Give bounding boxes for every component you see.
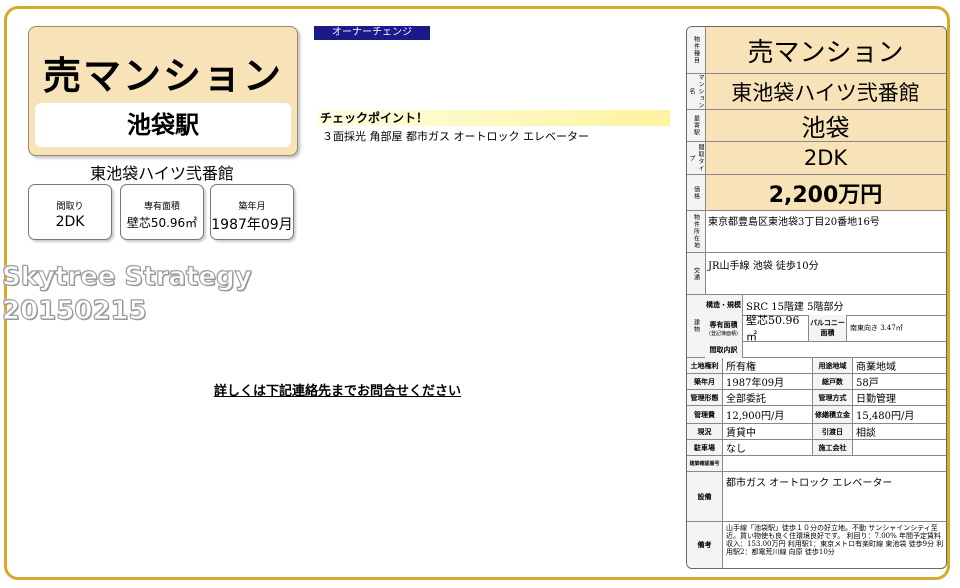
station-label: 最寄駅 [687,110,706,141]
station-value: 池袋 [801,114,850,142]
structure-label: 構造・規模 [705,295,743,315]
transport-label: 交通 [687,253,706,294]
row-mgmt: 管理形態 全部委託 管理方式 日勤管理 [687,390,946,406]
row-address: 物件所在地 東京都豊島区東池袋3丁目20番地16号 [687,211,946,253]
zoning-label: 用途地域 [813,358,853,373]
mgmt-method-label: 管理方式 [813,390,853,405]
builder-value [853,440,856,455]
row-name: マンション名 東池袋ハイツ弐番館 [687,74,946,110]
built-value: 1987年09月 [211,217,293,233]
mgmt-form-value: 全部委託 [723,390,813,405]
structure-row: 構造・規模 SRC 15階建 5階部分 [705,295,946,316]
building-label: 建物 [687,295,706,357]
layout-label: 間取り [56,202,84,212]
checkpoint-title: チェックポイント！ [318,110,670,126]
station-name: 池袋駅 [35,103,291,147]
row-type: 物件種目 売マンション [687,27,946,74]
layout-value: 2DK [55,214,85,230]
area-label: 専有面積 [143,202,180,212]
row-contractor: 建築確認番号 [687,456,946,472]
type-label: 物件種目 [687,27,706,73]
row-remarks: 備考 山手線「池袋駅」徒歩１０分の好立地。不動 サンシャインシティ至近。買い物使… [687,522,946,568]
type-value: 売マンション [747,37,904,68]
contractor-label: 建築確認番号 [687,456,723,471]
area-row: 専有面積 (登記簿面積) 壁芯50.96㎡ バルコニー面積 南東向き 3.47㎡ [705,314,946,343]
row-price: 価格 2,200万円 [687,175,946,211]
watermark-line1: Skytree Strategy [2,262,253,293]
row-transport: 交通 JR山手線 池袋 徒歩10分 [687,253,946,295]
balcony-label: バルコニー面積 [809,315,847,341]
facilities-value: 都市ガス オートロック エレベーター [726,478,893,489]
layout-type-value: 2DK [803,146,848,170]
balcony-value: 南東向き 3.47㎡ [850,324,903,332]
row-layout: 間取タイプ 2DK [687,142,946,175]
land-right-label: 土地権利 [687,358,723,373]
units-value: 58戸 [856,378,879,389]
watermark-line2: 20150215 [2,296,148,327]
repair-label: 修繕積立金 [813,406,853,423]
layout-detail-value [743,341,746,358]
address-label: 物件所在地 [687,211,706,252]
row-built: 築年月 1987年09月 総戸数 58戸 [687,374,946,390]
area-box: 専有面積 壁芯50.96㎡ [120,184,204,240]
sheet-built-value: 1987年09月 [723,374,813,389]
row-status: 現況 賃貸中 引渡日 相談 [687,424,946,440]
builder-label: 施工会社 [813,440,853,455]
status-value: 賃貸中 [723,424,813,439]
property-type-title: 売マンション [42,54,283,98]
name-value: 東池袋ハイツ弐番館 [731,80,920,105]
building-name: 東池袋ハイツ弐番館 [90,164,234,183]
spec-sheet: 物件種目 売マンション マンション名 東池袋ハイツ弐番館 最寄駅 池袋 間取タイ… [686,26,947,569]
transport-value: JR山手線 池袋 徒歩10分 [708,261,819,272]
handover-label: 引渡日 [813,424,853,439]
sheet-area-label: 専有面積 (登記簿面積) [705,315,743,341]
remarks-label: 備考 [687,522,723,568]
contractor-value [723,456,726,471]
row-facilities: 設備 都市ガス オートロック エレベーター [687,472,946,522]
facilities-label: 設備 [687,472,723,521]
sheet-area-label-text: 専有面積 [709,320,738,329]
area-value: 壁芯50.96㎡ [126,216,198,230]
handover-value: 相談 [856,428,876,439]
mgmt-fee-value: 12,900円/月 [723,406,813,423]
mgmt-method-value: 日勤管理 [856,394,896,405]
property-hero-card: 売マンション 池袋駅 [28,26,298,156]
parking-label: 駐車場 [687,440,723,455]
row-parking: 駐車場 なし 施工会社 [687,440,946,456]
built-label: 築年月 [238,202,266,212]
row-fees: 管理費 12,900円/月 修繕積立金 15,480円/月 [687,406,946,424]
checkpoint-items: ３面採光 角部屋 都市ガス オートロック エレベーター [322,130,589,143]
name-label: マンション名 [687,74,706,109]
contact-notice[interactable]: 詳しくは下記連絡先までお問合せください [214,380,461,399]
land-right-value: 所有権 [723,358,813,373]
mgmt-fee-label: 管理費 [687,406,723,423]
sheet-built-label: 築年月 [687,374,723,389]
zoning-value: 商業地域 [856,362,896,373]
mgmt-form-label: 管理形態 [687,390,723,405]
row-land: 土地権利 所有権 用途地域 商業地域 [687,358,946,374]
layout-detail-row: 間取内訳 [705,341,946,358]
parking-value: なし [723,440,813,455]
price-label: 価格 [687,175,706,210]
owner-change-badge: オーナーチェンジ [314,26,430,40]
layout-box: 間取り 2DK [28,184,112,240]
address-value: 東京都豊島区東池袋3丁目20番地16号 [708,217,880,228]
row-building: 建物 構造・規模 SRC 15階建 5階部分 専有面積 (登記簿面積) 壁芯50… [687,295,946,358]
repair-value: 15,480円/月 [856,411,915,422]
price-value: 2,200万円 [768,182,883,208]
layout-type-label: 間取タイプ [687,142,706,174]
units-label: 総戸数 [813,374,853,389]
layout-detail-label: 間取内訳 [705,341,743,358]
status-label: 現況 [687,424,723,439]
row-station: 最寄駅 池袋 [687,110,946,142]
sheet-area-value: 壁芯50.96㎡ [743,314,809,343]
remarks-value: 山手線「池袋駅」徒歩１０分の好立地。不動 サンシャインシティ至近。買い物使も良く… [726,524,944,556]
built-box: 築年月 1987年09月 [210,184,294,240]
sheet-area-sub: (登記簿面積) [709,330,738,337]
